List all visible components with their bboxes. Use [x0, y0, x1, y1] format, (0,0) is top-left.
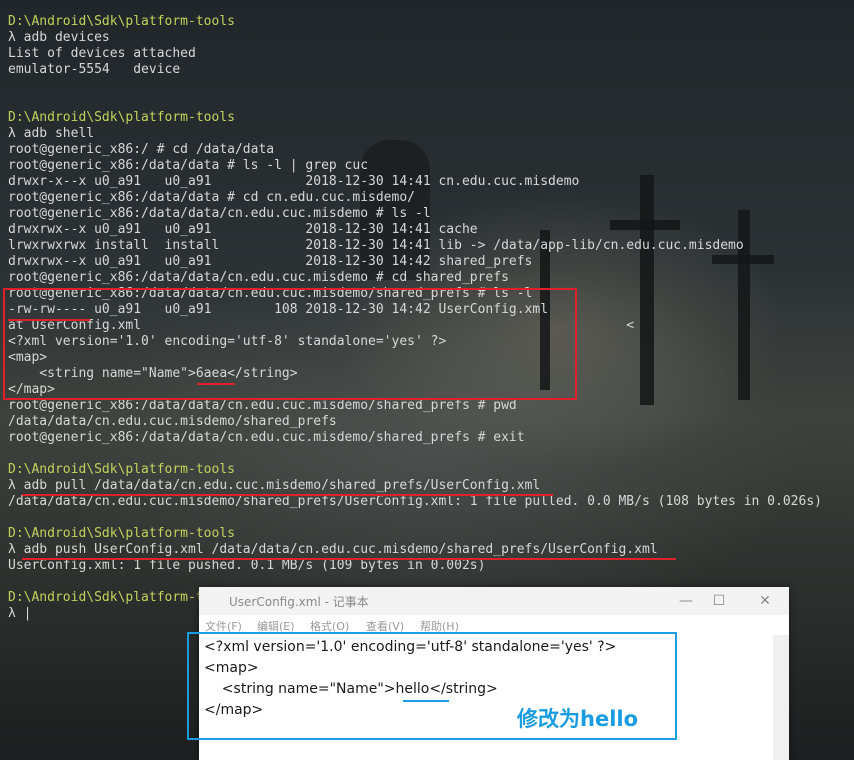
- output-line: lrwxrwxrwx install install 2018-12-30 14…: [8, 238, 744, 253]
- output-line: root@generic_x86:/data/data/cn.edu.cuc.m…: [8, 430, 525, 445]
- prompt-path: D:\Android\Sdk\platform-tools: [8, 14, 235, 29]
- command-line: λ adb pull /data/data/cn.edu.cuc.misdemo…: [8, 478, 541, 493]
- output-line: /data/data/cn.edu.cuc.misdemo/shared_pre…: [8, 414, 337, 429]
- output-line: root@generic_x86:/data/data/cn.edu.cuc.m…: [8, 398, 517, 413]
- value-underline: [197, 383, 235, 385]
- command-line: λ adb shell: [8, 126, 95, 141]
- prompt-path: D:\Android\Sdk\platform-tools: [8, 110, 235, 125]
- output-line: root@generic_x86:/data/data/cn.edu.cuc.m…: [8, 270, 509, 285]
- prompt-path: D:\Android\Sdk\platform-tools: [8, 462, 235, 477]
- output-line: /data/data/cn.edu.cuc.misdemo/shared_pre…: [8, 494, 822, 509]
- notepad-titlebar[interactable]: UserConfig.xml - 记事本 — ☐ ✕: [199, 587, 789, 615]
- notepad-title: UserConfig.xml - 记事本: [229, 595, 369, 609]
- prompt-path: D:\Android\Sdk\platform-tools: [8, 526, 235, 541]
- maximize-button[interactable]: ☐: [704, 590, 734, 612]
- close-button[interactable]: ✕: [750, 590, 780, 612]
- push-command-underline: [22, 558, 676, 560]
- annotation-label: 修改为hello: [517, 707, 639, 731]
- permission-underline: [8, 319, 90, 321]
- output-line: root@generic_x86:/data/data # cd cn.edu.…: [8, 190, 415, 205]
- hello-underline: [403, 700, 449, 702]
- output-line: drwxr-x--x u0_a91 u0_a91 2018-12-30 14:4…: [8, 174, 580, 189]
- output-line: root@generic_x86:/data/data/cn.edu.cuc.m…: [8, 206, 431, 221]
- pull-command-underline: [22, 494, 553, 496]
- output-line: root@generic_x86:/data/data # ls -l | gr…: [8, 158, 369, 173]
- output-line: drwxrwx--x u0_a91 u0_a91 2018-12-30 14:4…: [8, 222, 478, 237]
- minimize-button[interactable]: —: [671, 590, 701, 612]
- notepad-scrollbar[interactable]: [773, 635, 789, 760]
- output-line: emulator-5554 device: [8, 62, 181, 77]
- command-line: λ |: [8, 606, 32, 621]
- output-line: UserConfig.xml: 1 file pushed. 0.1 MB/s …: [8, 558, 486, 573]
- output-line: drwxrwx--x u0_a91 u0_a91 2018-12-30 14:4…: [8, 254, 533, 269]
- output-line: List of devices attached: [8, 46, 196, 61]
- output-line: root@generic_x86:/ # cd /data/data: [8, 142, 275, 157]
- command-line: λ adb push UserConfig.xml /data/data/cn.…: [8, 542, 658, 557]
- ls-output-highlight-box: [3, 288, 577, 400]
- command-line: λ adb devices: [8, 30, 110, 45]
